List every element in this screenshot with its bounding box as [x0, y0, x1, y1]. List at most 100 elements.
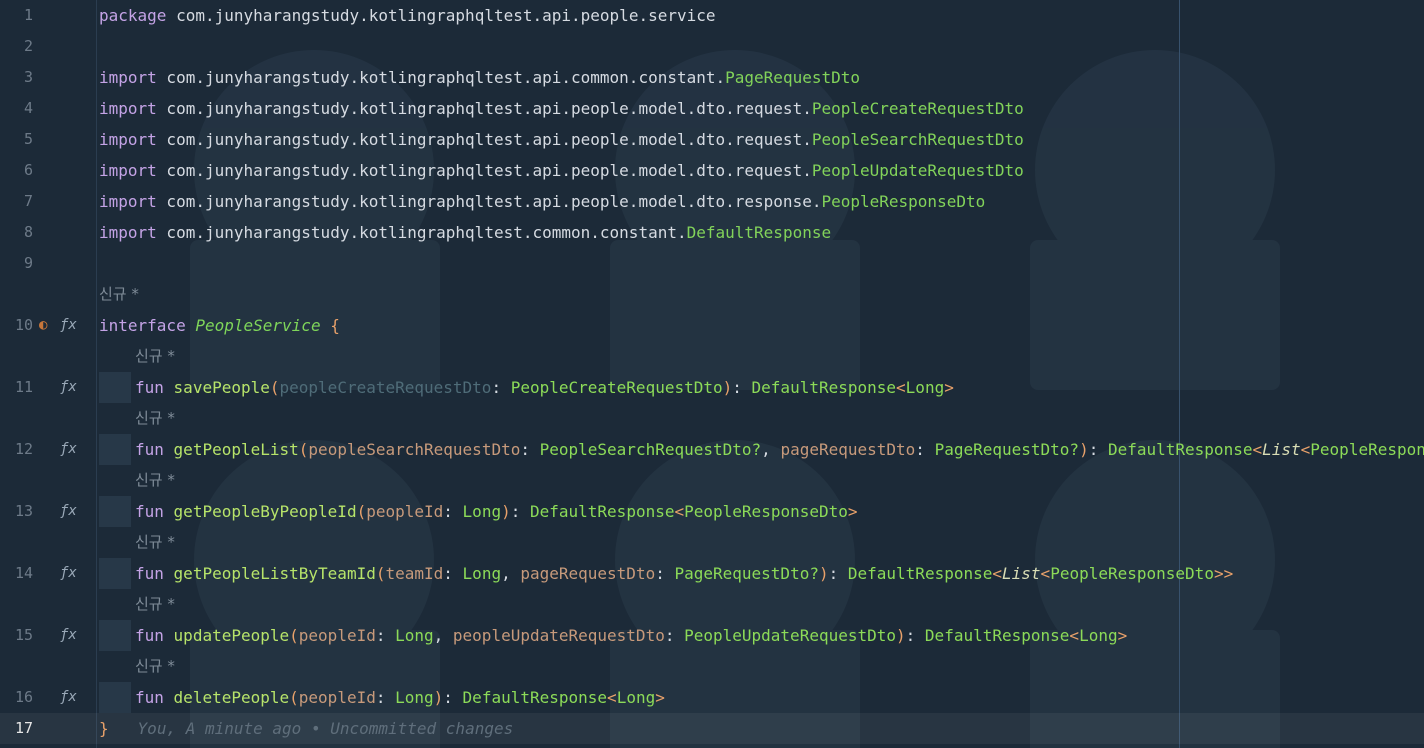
indent-guide — [99, 496, 131, 527]
code-line-7[interactable]: 7 import com.junyharangstudy.kotlingraph… — [0, 186, 1424, 217]
keyword: fun — [135, 378, 164, 397]
codevision-hint[interactable]: 신규 * — [135, 589, 175, 620]
function-name: getPeopleList — [173, 440, 299, 459]
function-icon[interactable]: ƒx — [60, 620, 77, 651]
package-path: com.junyharangstudy.kotlingraphqltest.ap… — [166, 6, 716, 25]
list-type: List — [1262, 440, 1301, 459]
keyword: interface — [99, 316, 186, 335]
parameter-name: teamId — [385, 564, 444, 583]
line-number: 7 — [23, 192, 33, 210]
line-number: 6 — [23, 161, 33, 179]
keyword: import — [99, 161, 157, 180]
line-number: 10 — [14, 316, 33, 334]
function-icon[interactable]: ƒx — [60, 310, 77, 341]
parameter-type: PeopleCreateRequestDto — [510, 378, 723, 397]
line-number: 1 — [23, 6, 33, 24]
function-icon[interactable]: ƒx — [60, 496, 77, 527]
parameter-type: Long — [395, 688, 434, 707]
implemented-by-icon[interactable]: ◐ — [39, 310, 47, 341]
import-class: PeopleSearchRequestDto — [811, 130, 1024, 149]
code-line-11[interactable]: 11 ƒx fun savePeople(peopleCreateRequest… — [0, 372, 1424, 403]
codevision-hint[interactable]: 신규 * — [135, 465, 175, 496]
import-class: PeopleResponseDto — [821, 192, 986, 211]
parameter-type: PeopleUpdateRequestDto — [684, 626, 897, 645]
parameter-name: peopleId — [366, 502, 444, 521]
code-line-15[interactable]: 15 ƒx fun updatePeople(peopleId: Long, p… — [0, 620, 1424, 651]
keyword: fun — [135, 502, 164, 521]
codevision-hint[interactable]: 신규 * — [135, 341, 175, 372]
code-line-9[interactable]: 9 — [0, 248, 1424, 279]
indent-guide — [99, 620, 131, 651]
import-path: com.junyharangstudy.kotlingraphqltest.ap… — [156, 192, 822, 211]
line-number: 2 — [23, 37, 33, 55]
function-name: getPeopleListByTeamId — [173, 564, 376, 583]
line-number: 14 — [14, 564, 33, 582]
codevision-hint[interactable]: 신규 * — [135, 651, 175, 682]
return-type: DefaultResponse — [462, 688, 608, 707]
import-path: com.junyharangstudy.kotlingraphqltest.co… — [156, 223, 687, 242]
keyword: package — [99, 6, 167, 25]
codevision-hint[interactable]: 신규 * — [99, 279, 139, 310]
return-type: DefaultResponse — [529, 502, 675, 521]
generic-type: Long — [1079, 626, 1118, 645]
code-line-17-current[interactable]: 17 } You, A minute ago • Uncommitted cha… — [0, 713, 1424, 744]
line-number: 12 — [14, 440, 33, 458]
line-number: 5 — [23, 130, 33, 148]
import-path: com.junyharangstudy.kotlingraphqltest.ap… — [156, 68, 726, 87]
line-number: 8 — [23, 223, 33, 241]
code-line-16[interactable]: 16 ƒx fun deletePeople(peopleId: Long): … — [0, 682, 1424, 713]
line-number: 17 — [14, 719, 33, 737]
function-name: getPeopleByPeopleId — [173, 502, 357, 521]
parameter-name: pageRequestDto — [780, 440, 916, 459]
line-number: 9 — [23, 254, 33, 272]
code-line-12[interactable]: 12 ƒx fun getPeopleList(peopleSearchRequ… — [0, 434, 1424, 465]
keyword: import — [99, 68, 157, 87]
code-line-6[interactable]: 6 import com.junyharangstudy.kotlingraph… — [0, 155, 1424, 186]
code-line-8[interactable]: 8 import com.junyharangstudy.kotlingraph… — [0, 217, 1424, 248]
parameter-type: PageRequestDto? — [934, 440, 1080, 459]
return-type: DefaultResponse — [1107, 440, 1253, 459]
function-icon[interactable]: ƒx — [60, 558, 77, 589]
keyword: import — [99, 192, 157, 211]
code-line-10[interactable]: 10 ◐ ƒx interface PeopleService { — [0, 310, 1424, 341]
function-name: deletePeople — [173, 688, 290, 707]
generic-type: Long — [905, 378, 945, 397]
function-icon[interactable]: ƒx — [60, 434, 77, 465]
keyword: fun — [135, 564, 164, 583]
inlay-hint-row: 신규 * — [0, 279, 1424, 310]
parameter-type: Long — [395, 626, 434, 645]
code-line-4[interactable]: 4 import com.junyharangstudy.kotlingraph… — [0, 93, 1424, 124]
code-editor[interactable]: 1 package com.junyharangstudy.kotlingrap… — [0, 0, 1424, 748]
close-brace: } — [99, 719, 109, 738]
codevision-hint[interactable]: 신규 * — [135, 403, 175, 434]
code-line-13[interactable]: 13 ƒx fun getPeopleByPeopleId(peopleId: … — [0, 496, 1424, 527]
git-blame-annotation[interactable]: You, A minute ago • Uncommitted changes — [138, 719, 514, 738]
inlay-hint-row: 신규 * — [0, 651, 1424, 682]
parameter-type: Long — [462, 564, 502, 583]
import-class: PeopleCreateRequestDto — [811, 99, 1024, 118]
inlay-hint-row: 신규 * — [0, 341, 1424, 372]
indent-guide — [99, 372, 131, 403]
import-path: com.junyharangstudy.kotlingraphqltest.ap… — [156, 161, 812, 180]
parameter-type: PageRequestDto? — [674, 564, 819, 583]
code-line-5[interactable]: 5 import com.junyharangstudy.kotlingraph… — [0, 124, 1424, 155]
inlay-hint-row: 신규 * — [0, 403, 1424, 434]
codevision-hint[interactable]: 신규 * — [135, 527, 175, 558]
line-number: 3 — [23, 68, 33, 86]
return-type: DefaultResponse — [847, 564, 993, 583]
function-name: savePeople — [173, 378, 270, 397]
function-icon[interactable]: ƒx — [60, 372, 77, 403]
code-line-3[interactable]: 3 import com.junyharangstudy.kotlingraph… — [0, 62, 1424, 93]
list-type: List — [1002, 564, 1041, 583]
line-number: 15 — [14, 626, 33, 644]
code-line-2[interactable]: 2 — [0, 31, 1424, 62]
parameter-name: pageRequestDto — [520, 564, 656, 583]
return-type: DefaultResponse — [924, 626, 1070, 645]
function-icon[interactable]: ƒx — [60, 682, 77, 713]
parameter-name: peopleSearchRequestDto — [308, 440, 521, 459]
import-path: com.junyharangstudy.kotlingraphqltest.ap… — [156, 130, 812, 149]
inlay-hint-row: 신규 * — [0, 589, 1424, 620]
code-line-1[interactable]: 1 package com.junyharangstudy.kotlingrap… — [0, 0, 1424, 31]
code-line-14[interactable]: 14 ƒx fun getPeopleListByTeamId(teamId: … — [0, 558, 1424, 589]
generic-type: PeopleResponseDto — [1310, 440, 1424, 459]
